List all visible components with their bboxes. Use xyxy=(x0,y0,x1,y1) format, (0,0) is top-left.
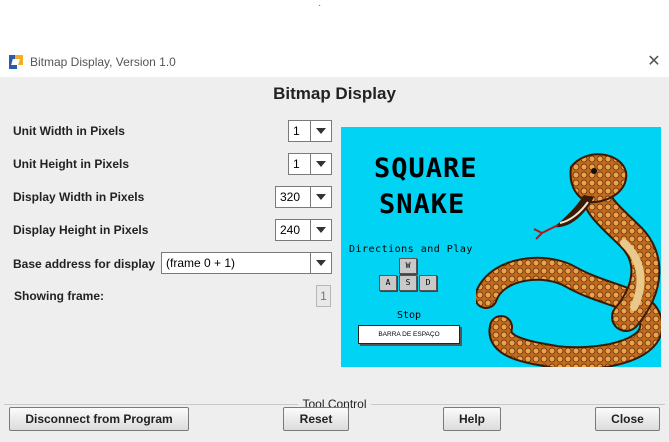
unit-height-select[interactable]: 1 xyxy=(288,153,332,175)
chevron-down-icon[interactable] xyxy=(310,253,331,273)
unit-height-label: Unit Height in Pixels xyxy=(13,157,130,171)
base-address-label: Base address for display xyxy=(13,257,156,271)
unit-width-select[interactable]: 1 xyxy=(288,120,332,142)
top-mark: · xyxy=(318,0,322,11)
key-s: S xyxy=(399,275,417,291)
window-title: Bitmap Display, Version 1.0 xyxy=(30,55,176,69)
key-w: W xyxy=(399,258,417,274)
dialog-body: Bitmap Display Unit Width in Pixels 1 Un… xyxy=(0,77,669,442)
unit-height-value: 1 xyxy=(293,157,300,171)
display-width-value: 320 xyxy=(280,190,301,204)
chevron-down-icon[interactable] xyxy=(310,154,331,174)
space-bar-graphic: BARRA DE ESPAÇO xyxy=(358,325,460,344)
showing-frame-value: 1 xyxy=(316,285,331,307)
app-icon xyxy=(9,55,23,69)
chevron-down-icon[interactable] xyxy=(310,187,331,207)
game-title-line1: SQUARE xyxy=(374,153,478,184)
showing-frame-label: Showing frame: xyxy=(14,289,105,303)
display-width-label: Display Width in Pixels xyxy=(13,190,145,204)
help-button[interactable]: Help xyxy=(443,407,501,431)
window-titlebar: Bitmap Display, Version 1.0 ✕ xyxy=(0,47,669,77)
game-title-line2: SNAKE xyxy=(379,189,466,220)
disconnect-button[interactable]: Disconnect from Program xyxy=(9,407,189,431)
directions-text: Directions and Play xyxy=(349,244,473,255)
unit-width-value: 1 xyxy=(293,124,300,138)
unit-width-label: Unit Width in Pixels xyxy=(13,124,125,138)
stop-text: Stop xyxy=(397,310,422,321)
page-title: Bitmap Display xyxy=(273,84,396,103)
display-height-label: Display Height in Pixels xyxy=(13,223,149,237)
chevron-down-icon[interactable] xyxy=(310,121,331,141)
tool-control-group: Tool Control Disconnect from Program Res… xyxy=(4,397,665,442)
key-d: D xyxy=(419,275,437,291)
key-a: A xyxy=(379,275,397,291)
reset-button[interactable]: Reset xyxy=(283,407,349,431)
chevron-down-icon[interactable] xyxy=(310,220,331,240)
bitmap-display-canvas: SQUARE SNAKE Directions and Play W A S D… xyxy=(341,127,661,367)
snake-illustration xyxy=(476,153,661,367)
close-icon[interactable]: ✕ xyxy=(645,52,663,70)
base-address-value: (frame 0 + 1) xyxy=(166,256,236,270)
close-button[interactable]: Close xyxy=(595,407,660,431)
display-height-select[interactable]: 240 xyxy=(275,219,332,241)
base-address-select[interactable]: (frame 0 + 1) xyxy=(161,252,332,274)
display-width-select[interactable]: 320 xyxy=(275,186,332,208)
display-height-value: 240 xyxy=(280,223,301,237)
